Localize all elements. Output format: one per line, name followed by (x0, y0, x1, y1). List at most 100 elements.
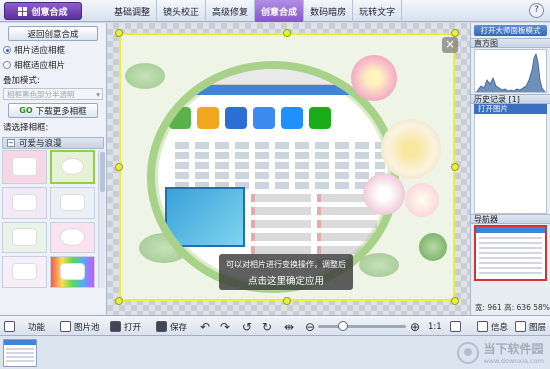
history-list (474, 114, 547, 214)
zoom-in-icon: ⊕ (410, 319, 421, 334)
frame-thumbnail-grid (2, 150, 96, 288)
undo-button[interactable]: ↶ (200, 319, 210, 334)
overlay-mode-label: 叠加模式: (3, 76, 40, 86)
fit-window-button[interactable] (450, 319, 461, 334)
zoom-out-button[interactable]: ⊖ (305, 319, 315, 334)
overlay-mode-select[interactable]: 相框黑色部分半透明 (3, 88, 103, 100)
resize-handle[interactable] (115, 297, 123, 305)
actual-size-button[interactable]: 1:1 (428, 319, 442, 334)
apply-hint-tooltip[interactable]: 可以对相片进行变换操作，调整后 点击这里确定应用 (219, 254, 353, 290)
image-pool-icon (60, 321, 71, 332)
tab-play-text[interactable]: 玩转文字 (353, 0, 403, 22)
frame-thumbnail[interactable] (50, 221, 95, 254)
frame-thumbnail[interactable] (2, 150, 47, 184)
go-icon: GO (19, 106, 33, 115)
layers-button[interactable]: 图层 (515, 319, 546, 334)
download-frames-button[interactable]: GO 下载更多相框 (8, 103, 98, 118)
watermark-name: 当下软件园 (483, 342, 544, 356)
redo-button[interactable]: ↷ (220, 319, 230, 334)
help-icon[interactable]: ? (529, 3, 544, 18)
resize-handle[interactable] (115, 163, 123, 171)
tab-advanced-repair[interactable]: 高级修复 (206, 0, 256, 22)
thumbnail-scrollbar[interactable] (98, 150, 105, 288)
watermark-url: www.downxia.com (483, 357, 544, 365)
resize-handle[interactable] (451, 29, 459, 37)
filmstrip-thumbnail[interactable] (3, 339, 37, 367)
resize-handle[interactable] (283, 29, 291, 37)
image-filmstrip: 当下软件园 www.downxia.com (0, 336, 550, 369)
histogram-header: 直方图 (471, 38, 550, 48)
frame-thumbnail[interactable] (2, 221, 47, 254)
tab-creative-compose[interactable]: 创意合成 (255, 0, 305, 22)
histogram-graph (474, 49, 547, 93)
navigator-header: 导航器 (471, 214, 550, 224)
open-label: 打开 (124, 322, 142, 333)
resize-handle[interactable] (115, 29, 123, 37)
layers-label: 图层 (529, 322, 547, 333)
tab-basic-adjust[interactable]: 基础调整 (108, 0, 158, 22)
radio-selected-icon[interactable] (3, 46, 11, 54)
rotate-right-icon: ↻ (262, 319, 273, 334)
save-button[interactable]: 保存 (156, 319, 187, 334)
history-header: 历史记录 [1] (471, 94, 550, 104)
fit-window-icon (450, 321, 461, 332)
flip-icon: ⇹ (284, 319, 295, 334)
zoom-in-button[interactable]: ⊕ (410, 319, 420, 334)
layers-icon (515, 321, 526, 332)
creative-compose-main-button[interactable]: 创意合成 (4, 2, 82, 20)
fit-frame-label: 相框适应相片 (14, 61, 66, 71)
frame-thumbnail[interactable] (50, 256, 95, 288)
frame-thumbnail[interactable] (2, 186, 47, 219)
frame-thumbnail[interactable] (2, 256, 47, 288)
watermark-logo-icon (457, 341, 480, 364)
history-item-open-image[interactable]: 打开图片 (474, 104, 547, 114)
watermark: 当下软件园 www.downxia.com (457, 340, 544, 365)
undo-icon: ↶ (200, 319, 211, 334)
zoom-slider-knob[interactable] (338, 321, 348, 331)
function-button[interactable]: 功能 (4, 319, 45, 334)
fit-photo-option[interactable]: 相片适应相框 (3, 44, 103, 56)
zoom-out-icon: ⊖ (305, 319, 316, 334)
rotate-left-button[interactable]: ↺ (242, 319, 252, 334)
frame-thumbnail-selected[interactable] (50, 150, 95, 184)
save-icon (156, 321, 167, 332)
grid-icon (18, 6, 28, 16)
tab-lens-correction[interactable]: 镜头校正 (157, 0, 207, 22)
fit-frame-option[interactable]: 相框适应相片 (3, 59, 103, 71)
actual-size-label: 1:1 (428, 321, 442, 332)
radio-icon[interactable] (3, 61, 11, 69)
camera-icon (110, 321, 121, 332)
master-mode-button[interactable]: 打开大师面板模式 (474, 25, 547, 36)
bottom-toolbar: 功能 图片池 打开 保存 ↶ ↷ ↺ ↻ ⇹ ⊖ ⊕ 1:1 信息 图层 (0, 315, 550, 336)
info-label: 信息 (491, 322, 509, 333)
image-pool-label: 图片池 (74, 322, 100, 333)
rotate-right-button[interactable]: ↻ (262, 319, 272, 334)
zoom-slider[interactable] (318, 325, 406, 328)
info-icon (477, 321, 488, 332)
resize-handle[interactable] (451, 297, 459, 305)
tab-digital-darkroom[interactable]: 数码暗房 (304, 0, 354, 22)
resize-handle[interactable] (451, 163, 459, 171)
info-button[interactable]: 信息 (477, 319, 508, 334)
function-icon (4, 321, 15, 332)
top-menu-bar: 创意合成 基础调整 镜头校正 高级修复 创意合成 数码暗房 玩转文字 ? (0, 0, 550, 22)
flip-button[interactable]: ⇹ (284, 319, 294, 334)
resize-handle[interactable] (283, 297, 291, 305)
main-button-label: 创意合成 (31, 7, 68, 18)
navigator-preview[interactable] (474, 225, 547, 281)
tooltip-apply-text[interactable]: 点击这里确定应用 (219, 273, 353, 287)
rotate-left-icon: ↺ (242, 319, 253, 334)
open-button[interactable]: 打开 (110, 319, 141, 334)
collapse-icon[interactable]: − (7, 139, 15, 147)
save-label: 保存 (170, 322, 188, 333)
tooltip-hint-text: 可以对相片进行变换操作，调整后 (226, 260, 346, 269)
back-button-label: 返回创意合成 (27, 29, 79, 40)
image-size-info: 宽: 961 高: 636 58% (475, 303, 550, 312)
photo-canvas[interactable]: × 可以对相片进行变换操作，调整后 点击这里确定应用 (107, 23, 470, 315)
image-pool-button[interactable]: 图片池 (60, 319, 100, 334)
category-header[interactable]: − 可爱与浪漫 (2, 137, 104, 149)
frame-thumbnail[interactable] (50, 186, 95, 219)
close-icon[interactable]: × (442, 37, 458, 53)
back-to-compose-button[interactable]: 返回创意合成 (8, 26, 98, 41)
tab-strip: 基础调整 镜头校正 高级修复 创意合成 数码暗房 玩转文字 (108, 0, 403, 22)
